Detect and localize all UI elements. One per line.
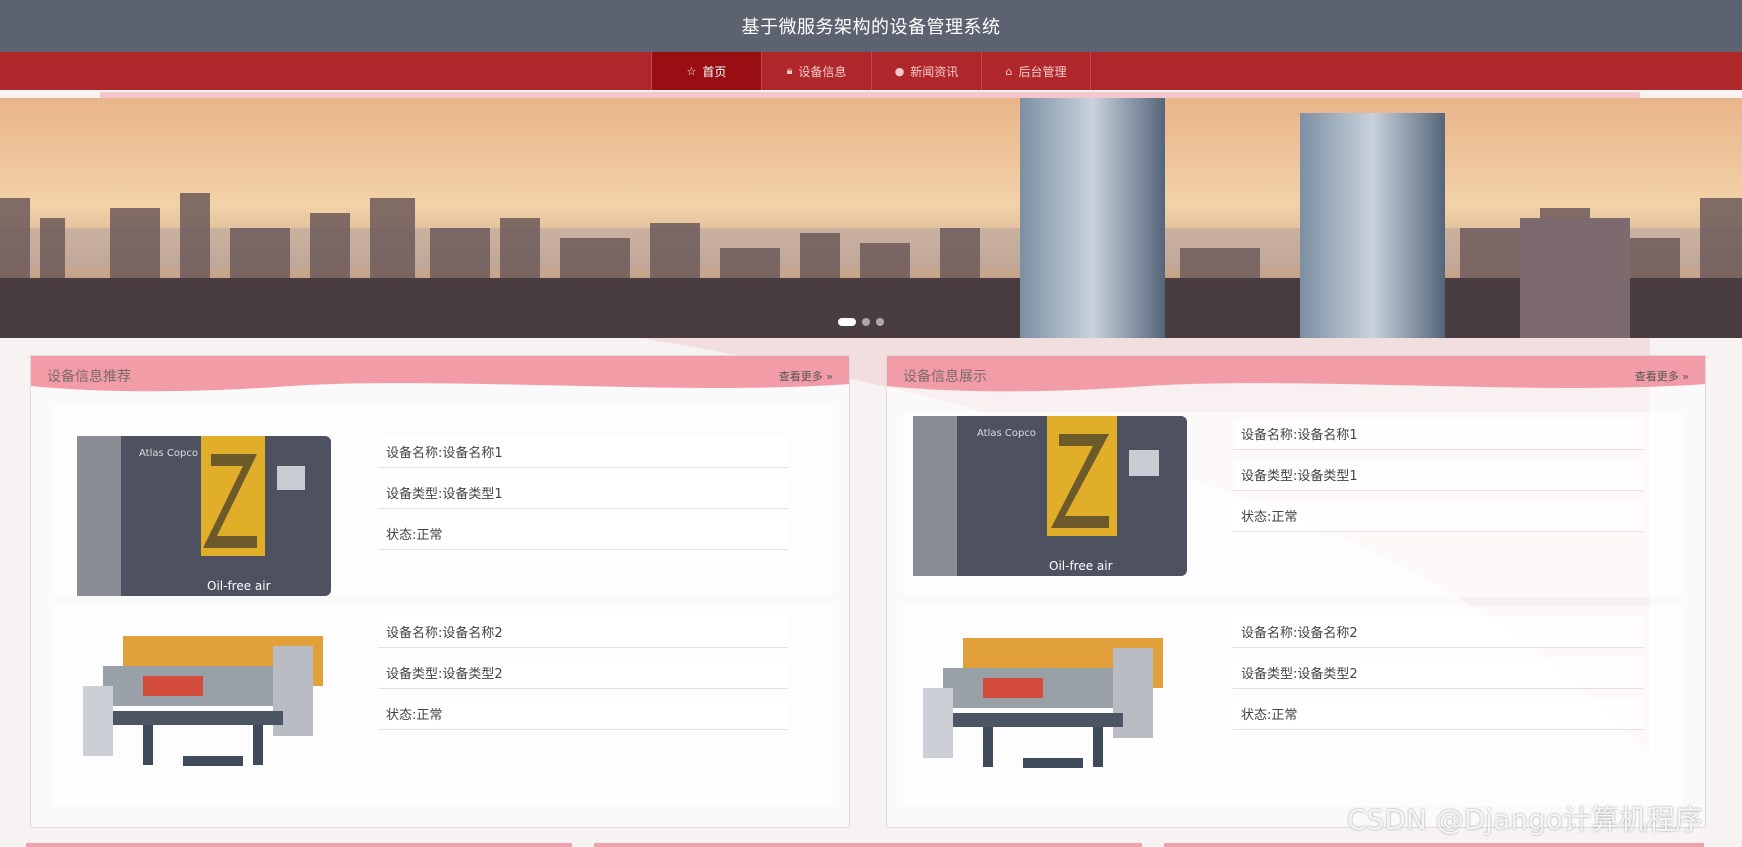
device-type: 设备类型:设备类型1 [1233,459,1643,491]
panel-title: 设备信息展示 [903,369,987,385]
device-name: 设备名称:设备名称1 [378,436,788,468]
svg-text:Atlas Copco: Atlas Copco [139,448,198,459]
view-more-link[interactable]: 查看更多 » [779,368,833,384]
page-title: 基于微服务架构的设备管理系统 [0,0,1742,52]
double-chevron-right-icon: » [1682,370,1689,383]
nav-item-home[interactable]: ☆ 首页 [651,52,761,90]
device-card[interactable]: Atlas Copco Oil-free air 设备名称:设备名称1 设备类型… [53,406,833,596]
device-status: 状态:正常 [378,698,788,730]
view-more-label: 查看更多 [1634,370,1679,383]
nav-item-label: 首页 [702,64,727,79]
cutting-machine-image [923,638,1163,768]
hero-banner[interactable] [0,98,1742,338]
home-icon: ⌂ [1005,64,1013,78]
nav-item-news[interactable]: ● 新闻资讯 [871,52,981,90]
device-type: 设备类型:设备类型2 [378,657,788,689]
panel-display: 设备信息展示 查看更多 » Atlas Copco Oil-free air 设… [886,355,1706,828]
svg-text:Atlas Copco: Atlas Copco [977,428,1036,439]
device-type: 设备类型:设备类型1 [378,477,788,509]
panel-recommend: 设备信息推荐 查看更多 » Atlas Copco Oil-free air 设… [30,355,850,828]
svg-text:Oil-free air: Oil-free air [207,579,271,593]
double-chevron-right-icon: » [826,370,833,383]
section-divider [1164,843,1704,847]
panel-header-bg [887,356,1705,392]
cutting-machine-image [83,636,323,766]
lock-icon: 🔒︎ [786,64,793,77]
star-icon: ☆ [686,64,697,78]
nav-item-label: 后台管理 [1018,64,1067,79]
view-more-link[interactable]: 查看更多 » [1635,368,1689,384]
air-compressor-image: Atlas Copco Oil-free air [77,436,331,596]
device-status: 状态:正常 [1233,500,1643,532]
nav-item-label: 设备信息 [798,64,847,79]
device-name: 设备名称:设备名称1 [1233,418,1643,450]
view-more-label: 查看更多 [778,370,823,383]
carousel-dot[interactable] [838,318,856,326]
air-compressor-image: Atlas Copco Oil-free air [913,416,1187,576]
section-divider [26,843,572,847]
device-card[interactable]: Atlas Copco Oil-free air 设备名称:设备名称1 设备类型… [903,412,1683,597]
carousel-dot[interactable] [862,318,870,326]
device-status: 状态:正常 [1233,698,1643,730]
watermark: CSDN @Django计算机程序 [1347,803,1703,836]
nav-item-label: 新闻资讯 [910,64,959,79]
carousel-dot[interactable] [876,318,884,326]
device-card[interactable]: 设备名称:设备名称2 设备类型:设备类型2 状态:正常 [53,606,833,806]
device-type: 设备类型:设备类型2 [1233,657,1643,689]
section-divider [594,843,1142,847]
panel-header-bg [31,356,849,392]
info-icon: ● [894,64,905,78]
carousel-dots [838,318,884,326]
main-nav: ☆ 首页 🔒︎ 设备信息 ● 新闻资讯 ⌂ 后台管理 [0,52,1742,90]
device-status: 状态:正常 [378,518,788,550]
nav-item-admin[interactable]: ⌂ 后台管理 [981,52,1091,90]
panel-title: 设备信息推荐 [47,369,131,385]
nav-item-devices[interactable]: 🔒︎ 设备信息 [761,52,871,90]
svg-text:Oil-free air: Oil-free air [1049,559,1113,573]
device-card[interactable]: 设备名称:设备名称2 设备类型:设备类型2 状态:正常 [903,606,1683,806]
city-skyline-image [0,98,1742,338]
device-name: 设备名称:设备名称2 [378,616,788,648]
device-name: 设备名称:设备名称2 [1233,616,1643,648]
